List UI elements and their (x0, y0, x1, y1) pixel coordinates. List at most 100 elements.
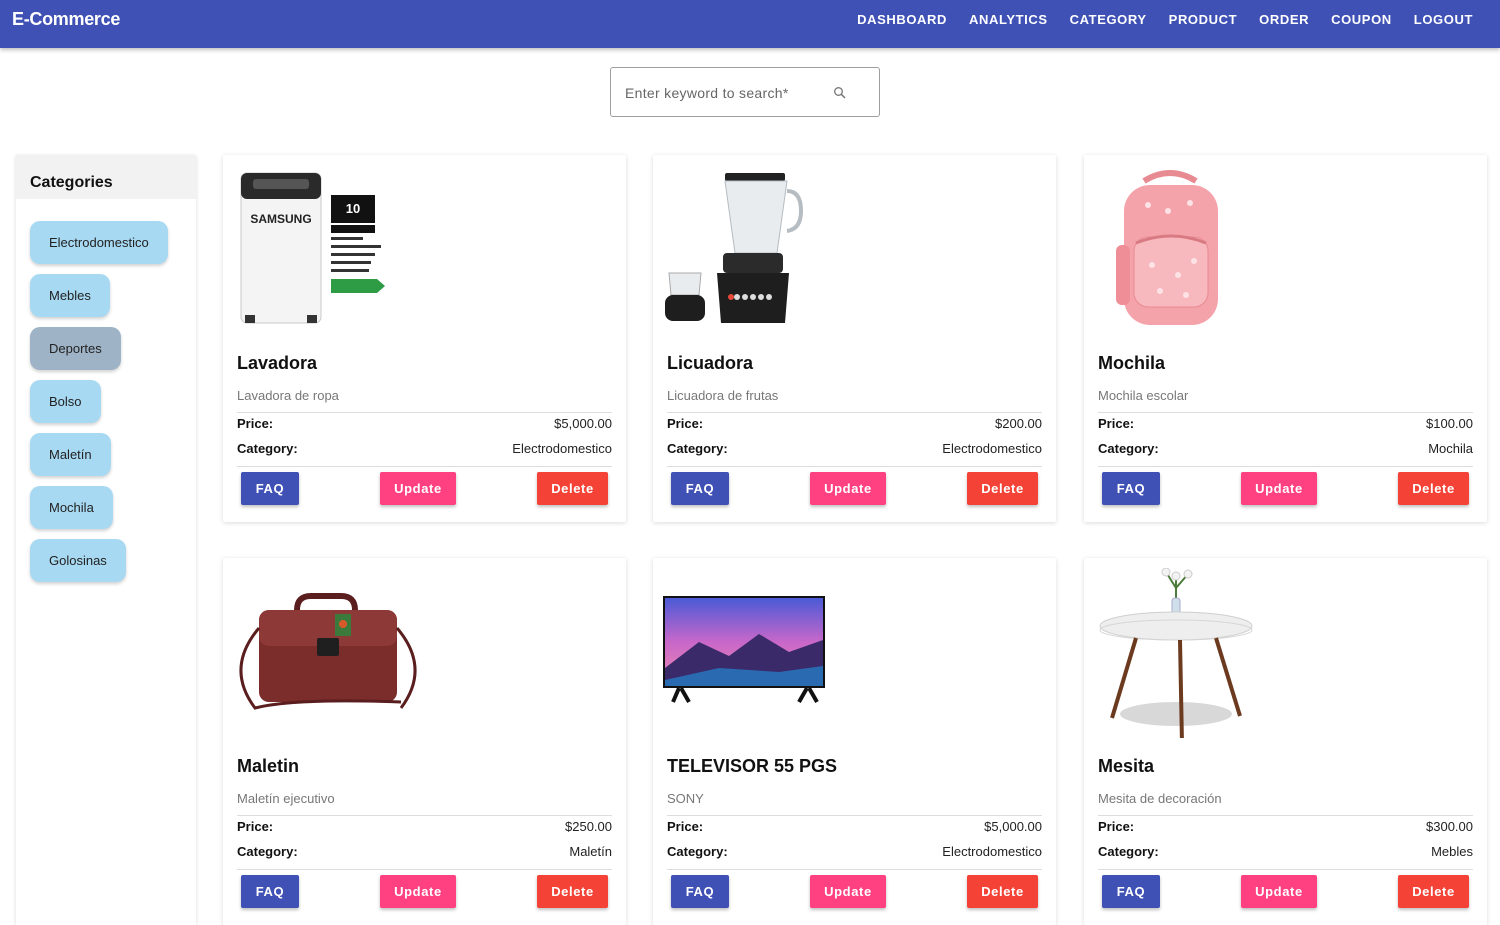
category-row: Category: Electrodomestico (667, 844, 1042, 859)
category-label: Category: (1098, 441, 1159, 456)
update-button[interactable]: Update (380, 875, 456, 908)
category-chip-golosinas[interactable]: Golosinas (30, 539, 126, 582)
product-card: Licuadora Licuadora de frutas Price: $200… (653, 155, 1056, 522)
price-label: Price: (1098, 416, 1135, 431)
divider (237, 815, 612, 816)
price-label: Price: (667, 819, 704, 834)
nav-order[interactable]: ORDER (1248, 12, 1320, 27)
price-value: $300.00 (1426, 819, 1473, 834)
divider (667, 466, 1042, 467)
category-chip-electrodomestico[interactable]: Electrodomestico (30, 221, 168, 264)
divider (1098, 815, 1473, 816)
product-title: Licuadora (667, 353, 754, 373)
delete-button[interactable]: Delete (537, 875, 608, 908)
nav-product[interactable]: PRODUCT (1158, 12, 1248, 27)
category-row: Category: Mochila (1098, 441, 1473, 456)
product-title: Lavadora (237, 353, 318, 373)
faq-button[interactable]: FAQ (671, 472, 729, 505)
price-value: $250.00 (565, 819, 612, 834)
delete-button[interactable]: Delete (1398, 875, 1469, 908)
delete-button[interactable]: Delete (967, 875, 1038, 908)
search-icon[interactable] (833, 86, 847, 100)
category-value: Mochila (1428, 441, 1473, 456)
update-button[interactable]: Update (1241, 875, 1317, 908)
product-title: TELEVISOR 55 PGS (667, 756, 838, 776)
product-card: SAMSUNG 10 Lavadora Lavadora de ropa Pri… (223, 155, 626, 522)
faq-button[interactable]: FAQ (1102, 875, 1160, 908)
price-value: $5,000.00 (984, 819, 1042, 834)
price-label: Price: (237, 819, 274, 834)
category-row: Category: Electrodomestico (237, 441, 612, 456)
product-description: Licuadora de frutas (667, 388, 779, 403)
washing-machine-image: SAMSUNG 10 (240, 172, 385, 324)
nav-coupon[interactable]: COUPON (1320, 12, 1403, 27)
blender-image (665, 173, 804, 323)
price-label: Price: (237, 416, 274, 431)
category-chip-maletin[interactable]: Maletín (30, 433, 111, 476)
nav-dashboard[interactable]: DASHBOARD (846, 12, 958, 27)
divider (667, 412, 1042, 413)
product-title: Maletin (237, 756, 300, 776)
price-value: $200.00 (995, 416, 1042, 431)
product-description: Mesita de decoración (1098, 791, 1222, 806)
product-description: Mochila escolar (1098, 388, 1189, 403)
faq-button[interactable]: FAQ (1102, 472, 1160, 505)
category-value: Electrodomestico (942, 441, 1042, 456)
price-value: $100.00 (1426, 416, 1473, 431)
price-label: Price: (1098, 819, 1135, 834)
price-row: Price: $5,000.00 (237, 416, 612, 431)
divider (237, 466, 612, 467)
category-label: Category: (1098, 844, 1159, 859)
product-card: Maletin Maletín ejecutivo Price: $250.00 … (223, 558, 626, 925)
update-button[interactable]: Update (380, 472, 456, 505)
update-button[interactable]: Update (810, 472, 886, 505)
category-chip-mochila[interactable]: Mochila (30, 486, 113, 529)
search-input[interactable] (625, 82, 825, 104)
category-value: Mebles (1431, 844, 1473, 859)
price-row: Price: $250.00 (237, 819, 612, 834)
product-title: Mesita (1098, 756, 1155, 776)
price-row: Price: $100.00 (1098, 416, 1473, 431)
price-row: Price: $200.00 (667, 416, 1042, 431)
category-value: Maletín (569, 844, 612, 859)
main-nav: DASHBOARD ANALYTICS CATEGORY PRODUCT ORD… (846, 0, 1484, 38)
faq-button[interactable]: FAQ (671, 875, 729, 908)
category-chip-deportes[interactable]: Deportes (30, 327, 121, 370)
product-card: Mochila Mochila escolar Price: $100.00 Ca… (1084, 155, 1487, 522)
price-row: Price: $300.00 (1098, 819, 1473, 834)
product-card: TELEVISOR 55 PGS SONY Price: $5,000.00 Ca… (653, 558, 1056, 925)
top-app-bar: E-Commerce DASHBOARD ANALYTICS CATEGORY … (0, 0, 1500, 48)
category-label: Category: (667, 844, 728, 859)
category-label: Category: (237, 441, 298, 456)
category-row: Category: Mebles (1098, 844, 1473, 859)
price-value: $5,000.00 (554, 416, 612, 431)
price-row: Price: $5,000.00 (667, 819, 1042, 834)
divider (237, 412, 612, 413)
delete-button[interactable]: Delete (967, 472, 1038, 505)
update-button[interactable]: Update (810, 875, 886, 908)
divider (1098, 466, 1473, 467)
divider (667, 815, 1042, 816)
price-label: Price: (667, 416, 704, 431)
category-list: Electrodomestico Mebles Deportes Bolso M… (16, 199, 196, 582)
update-button[interactable]: Update (1241, 472, 1317, 505)
faq-button[interactable]: FAQ (241, 875, 299, 908)
nav-analytics[interactable]: ANALYTICS (958, 12, 1059, 27)
svg-text:10: 10 (346, 201, 360, 216)
categories-sidebar: Categories Electrodomestico Mebles Depor… (16, 155, 196, 925)
nav-logout[interactable]: LOGOUT (1403, 12, 1484, 27)
nav-category[interactable]: CATEGORY (1059, 12, 1158, 27)
category-value: Electrodomestico (512, 441, 612, 456)
faq-button[interactable]: FAQ (241, 472, 299, 505)
category-chip-bolso[interactable]: Bolso (30, 380, 101, 423)
product-description: Lavadora de ropa (237, 388, 339, 403)
briefcase-image (239, 593, 417, 710)
svg-text:SAMSUNG: SAMSUNG (250, 212, 311, 226)
delete-button[interactable]: Delete (1398, 472, 1469, 505)
category-chip-mebles[interactable]: Mebles (30, 274, 110, 317)
category-label: Category: (667, 441, 728, 456)
brand-logo[interactable]: E-Commerce (12, 9, 120, 30)
category-row: Category: Electrodomestico (667, 441, 1042, 456)
divider (237, 869, 612, 870)
delete-button[interactable]: Delete (537, 472, 608, 505)
